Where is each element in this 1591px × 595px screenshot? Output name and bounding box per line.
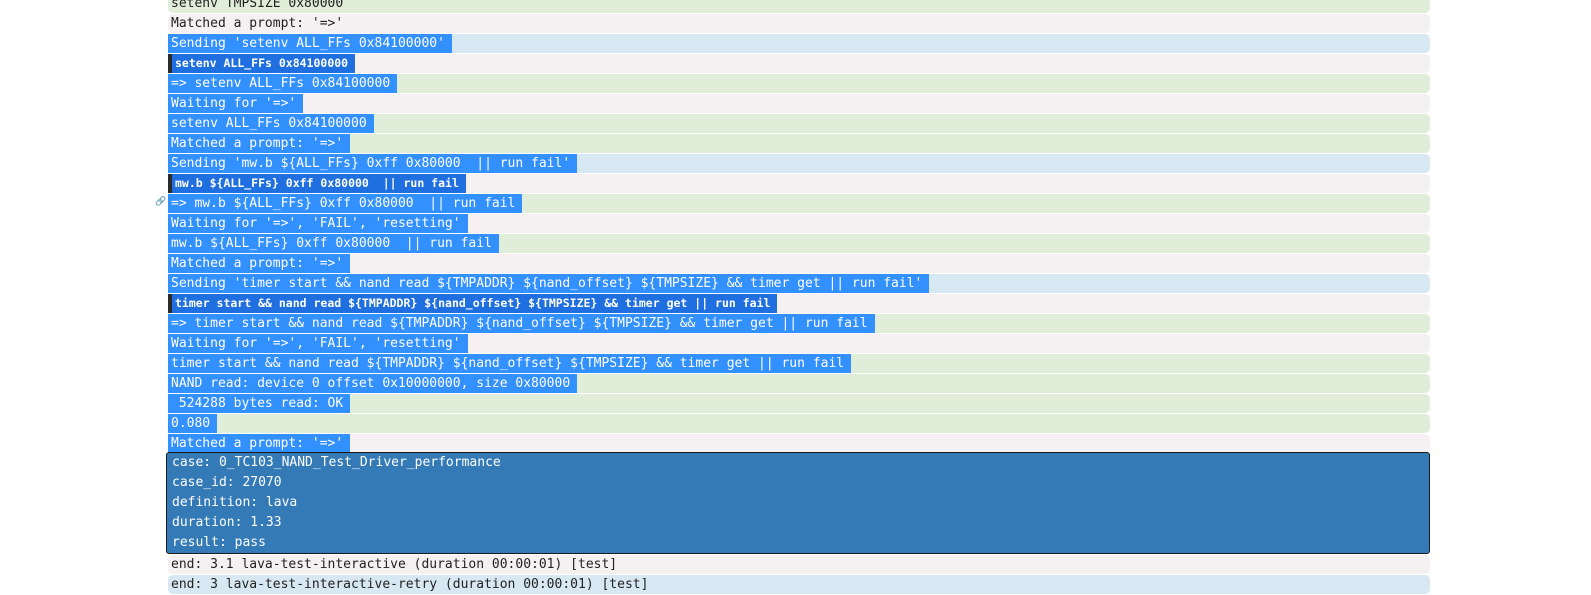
result-definition: definition: lava <box>172 495 298 510</box>
log-view: setenv TMPSIZE 0x80000 Matched a prompt: … <box>155 0 1430 454</box>
log-line-info: Waiting for '=>' <box>168 94 1430 113</box>
log-tail: end: 3.1 lava-test-interactive (duration… <box>168 555 1430 595</box>
log-line-info: Matched a prompt: '=>' <box>168 14 1430 33</box>
log-line-text: Waiting for '=>', 'FAIL', 'resetting' <box>168 334 468 353</box>
log-line-target: setenv ALL_FFs 0x84100000 <box>168 114 1430 133</box>
log-line-text: Matched a prompt: '=>' <box>168 254 351 273</box>
results-block: case: 0_TC103_NAND_Test_Driver_performan… <box>166 452 1430 554</box>
log-line-text: Sending 'timer start && nand read ${TMPA… <box>168 274 930 293</box>
log-line-feedback: mw.b ${ALL_FFs} 0xff 0x80000 || run fail <box>168 174 1430 193</box>
log-line-text: Sending 'setenv ALL_FFs 0x84100000' <box>168 34 452 53</box>
log-line-text: end: 3 lava-test-interactive-retry (dura… <box>171 577 649 592</box>
log-line-text: NAND read: device 0 offset 0x10000000, s… <box>168 374 578 393</box>
log-line-text: timer start && nand read ${TMPADDR} ${na… <box>168 354 852 373</box>
log-line-input: Sending 'timer start && nand read ${TMPA… <box>168 274 1430 293</box>
log-line-text: Waiting for '=>', 'FAIL', 'resetting' <box>168 214 468 233</box>
log-line-text: Matched a prompt: '=>' <box>171 16 344 31</box>
log-line-text: Sending 'mw.b ${ALL_FFs} 0xff 0x80000 ||… <box>168 154 578 173</box>
log-line-text: Waiting for '=>' <box>168 94 304 113</box>
log-line-info: Waiting for '=>', 'FAIL', 'resetting' <box>168 334 1430 353</box>
log-line-target: Matched a prompt: '=>' <box>168 134 1430 153</box>
log-line-target: => setenv ALL_FFs 0x84100000 <box>168 74 1430 93</box>
log-line-feedback: timer start && nand read ${TMPADDR} ${na… <box>168 294 1430 313</box>
result-case-id: case_id: 27070 <box>172 475 282 490</box>
log-line-text: => setenv ALL_FFs 0x84100000 <box>168 74 398 93</box>
log-line-text: => mw.b ${ALL_FFs} 0xff 0x80000 || run f… <box>168 194 523 213</box>
log-line-info: Matched a prompt: '=>' <box>168 254 1430 273</box>
log-line-target: 524288 bytes read: OK <box>168 394 1430 413</box>
log-line-target: NAND read: device 0 offset 0x10000000, s… <box>168 374 1430 393</box>
log-line-target: 0.080 <box>168 414 1430 433</box>
log-line-info: Waiting for '=>', 'FAIL', 'resetting' <box>168 214 1430 233</box>
log-line-info: Matched a prompt: '=>' <box>168 434 1430 453</box>
log-line-text: mw.b ${ALL_FFs} 0xff 0x80000 || run fail <box>168 174 466 193</box>
log-line-info: end: 3.1 lava-test-interactive (duration… <box>168 555 1430 574</box>
log-line-text: timer start && nand read ${TMPADDR} ${na… <box>168 294 778 313</box>
log-line-input: Sending 'mw.b ${ALL_FFs} 0xff 0x80000 ||… <box>168 154 1430 173</box>
log-line-text: => timer start && nand read ${TMPADDR} $… <box>168 314 875 333</box>
result-case: case: 0_TC103_NAND_Test_Driver_performan… <box>172 455 501 470</box>
log-line-feedback: setenv ALL_FFs 0x84100000 <box>168 54 1430 73</box>
log-line-text: setenv ALL_FFs 0x84100000 <box>168 114 374 133</box>
log-line-input: end: 3 lava-test-interactive-retry (dura… <box>168 575 1430 594</box>
log-line-text: end: 3.1 lava-test-interactive (duration… <box>171 557 618 572</box>
log-line-target: mw.b ${ALL_FFs} 0xff 0x80000 || run fail <box>168 234 1430 253</box>
log-line-text: setenv ALL_FFs 0x84100000 <box>168 54 356 73</box>
result-duration: duration: 1.33 <box>172 515 282 530</box>
log-line-input: Sending 'setenv ALL_FFs 0x84100000' <box>168 34 1430 53</box>
log-line-text: setenv TMPSIZE 0x80000 <box>171 0 344 11</box>
log-line-text: 524288 bytes read: OK <box>168 394 351 413</box>
log-line-target: 🔗 => mw.b ${ALL_FFs} 0xff 0x80000 || run … <box>155 194 1430 213</box>
log-line-text: 0.080 <box>168 414 218 433</box>
log-line-text: Matched a prompt: '=>' <box>168 134 351 153</box>
log-line-text: mw.b ${ALL_FFs} 0xff 0x80000 || run fail <box>168 234 499 253</box>
log-line-text: Matched a prompt: '=>' <box>168 434 351 453</box>
log-line-target: setenv TMPSIZE 0x80000 <box>168 0 1430 13</box>
result-status: result: pass <box>172 535 266 550</box>
log-line-target: timer start && nand read ${TMPADDR} ${na… <box>168 354 1430 373</box>
link-icon[interactable]: 🔗 <box>155 197 166 208</box>
log-line-target: => timer start && nand read ${TMPADDR} $… <box>168 314 1430 333</box>
